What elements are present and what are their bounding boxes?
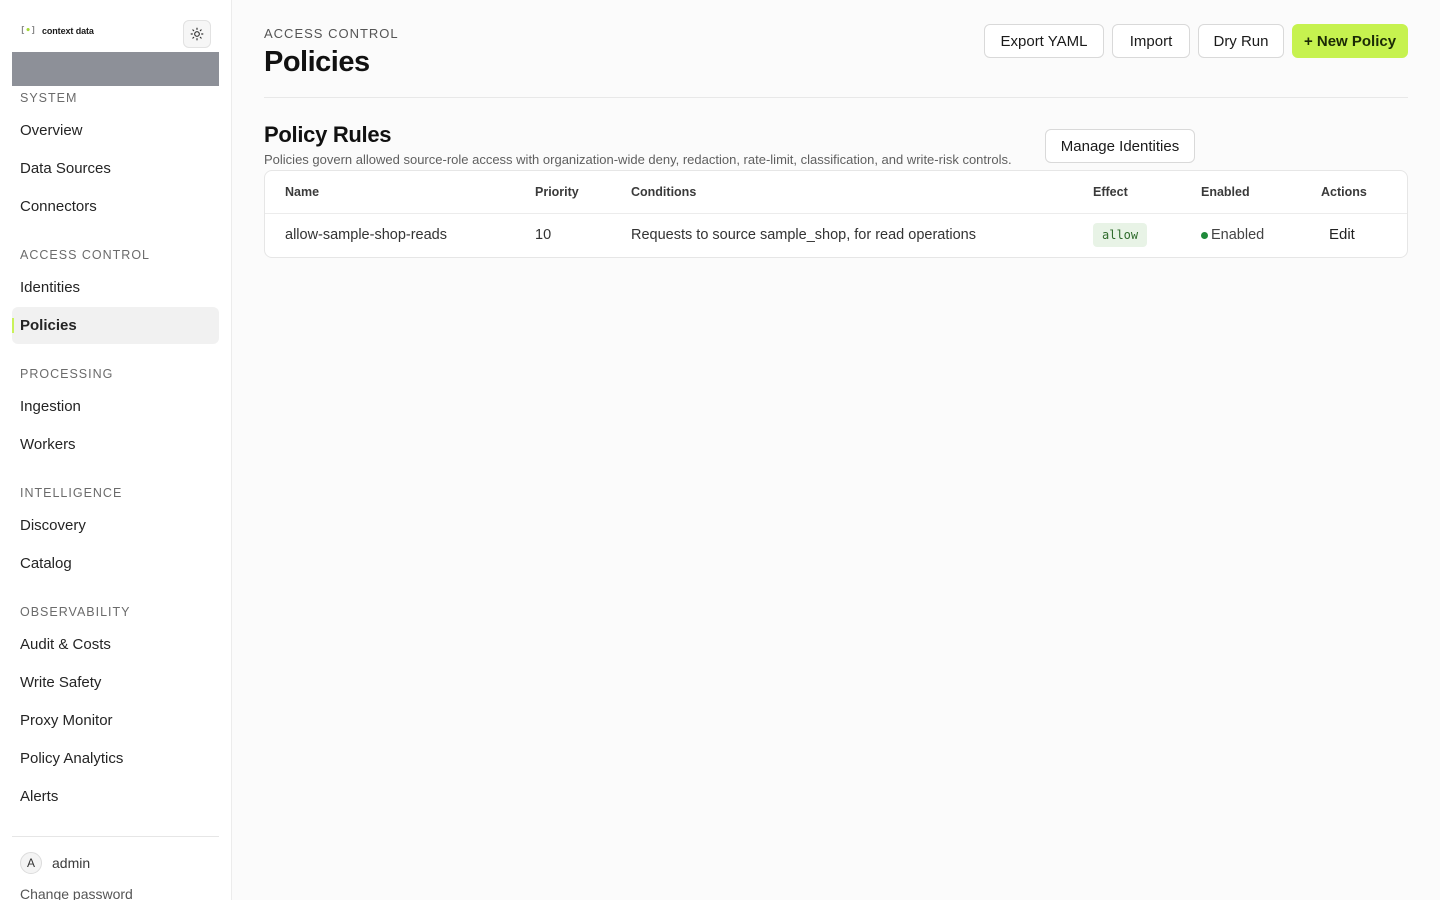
manage-identities-button[interactable]: Manage Identities	[1045, 129, 1195, 163]
new-policy-button[interactable]: + New Policy	[1292, 24, 1408, 58]
brand-logo[interactable]: [•] context data	[20, 26, 94, 36]
sidebar-item-ingestion[interactable]: Ingestion	[12, 388, 219, 425]
user-menu[interactable]: A admin	[20, 852, 90, 874]
sidebar-item-policy-analytics[interactable]: Policy Analytics	[12, 740, 219, 777]
enabled-label: Enabled	[1211, 227, 1265, 243]
edit-button[interactable]: Edit	[1329, 226, 1355, 243]
sidebar-search-bar[interactable]	[12, 52, 219, 86]
policy-conditions: Requests to source sample_shop, for read…	[631, 227, 976, 243]
import-button[interactable]: Import	[1112, 24, 1190, 58]
column-header-enabled: Enabled	[1201, 185, 1250, 199]
nav-section-intelligence: INTELLIGENCE	[20, 486, 123, 500]
sidebar-item-overview[interactable]: Overview	[12, 112, 219, 149]
sidebar-item-connectors[interactable]: Connectors	[12, 188, 219, 225]
sidebar-item-proxy-monitor[interactable]: Proxy Monitor	[12, 702, 219, 739]
nav-section-access-control: ACCESS CONTROL	[20, 248, 150, 262]
section-title: Policy Rules	[264, 122, 392, 147]
column-header-actions: Actions	[1321, 185, 1367, 199]
sidebar-item-alerts[interactable]: Alerts	[12, 778, 219, 815]
column-header-name[interactable]: Name	[285, 185, 319, 199]
brand-name: context data	[41, 26, 94, 36]
sidebar-item-identities[interactable]: Identities	[12, 269, 219, 306]
sidebar-item-discovery[interactable]: Discovery	[12, 507, 219, 544]
sidebar-item-catalog[interactable]: Catalog	[12, 545, 219, 582]
column-header-effect: Effect	[1093, 185, 1128, 199]
sidebar-item-data-sources[interactable]: Data Sources	[12, 150, 219, 187]
brand-mark-icon: [•]	[20, 26, 36, 36]
header-divider	[264, 97, 1408, 98]
policy-table: Name Priority Conditions Effect Enabled …	[264, 170, 1408, 258]
dry-run-button[interactable]: Dry Run	[1198, 24, 1284, 58]
breadcrumb: ACCESS CONTROL	[264, 26, 399, 41]
table-header-divider	[265, 213, 1407, 214]
effect-badge: allow	[1093, 223, 1148, 247]
section-description: Policies govern allowed source-role acce…	[264, 152, 1012, 167]
export-yaml-button[interactable]: Export YAML	[984, 24, 1104, 58]
nav-section-observability: OBSERVABILITY	[20, 605, 131, 619]
enabled-status[interactable]: Enabled	[1201, 227, 1264, 243]
sidebar: [•] context data SYSTEM Overview Data So…	[0, 0, 232, 900]
sidebar-divider	[12, 836, 219, 837]
user-name: admin	[52, 855, 91, 871]
sun-icon	[190, 27, 204, 41]
nav-section-processing: PROCESSING	[20, 367, 114, 381]
column-header-conditions: Conditions	[631, 185, 697, 199]
theme-toggle-button[interactable]	[183, 20, 211, 48]
status-dot-icon	[1201, 231, 1208, 239]
column-header-priority[interactable]: Priority	[535, 185, 579, 199]
sidebar-item-workers[interactable]: Workers	[12, 426, 219, 463]
sidebar-item-write-safety[interactable]: Write Safety	[12, 664, 219, 701]
avatar: A	[20, 852, 42, 874]
sidebar-item-audit-costs[interactable]: Audit & Costs	[12, 626, 219, 663]
sidebar-item-policies[interactable]: Policies	[12, 307, 219, 344]
page-title: Policies	[264, 46, 370, 78]
nav-section-system: SYSTEM	[20, 91, 78, 105]
policy-priority: 10	[535, 227, 552, 243]
policy-name[interactable]: allow-sample-shop-reads	[285, 227, 447, 243]
change-password-link[interactable]: Change password	[20, 886, 133, 900]
